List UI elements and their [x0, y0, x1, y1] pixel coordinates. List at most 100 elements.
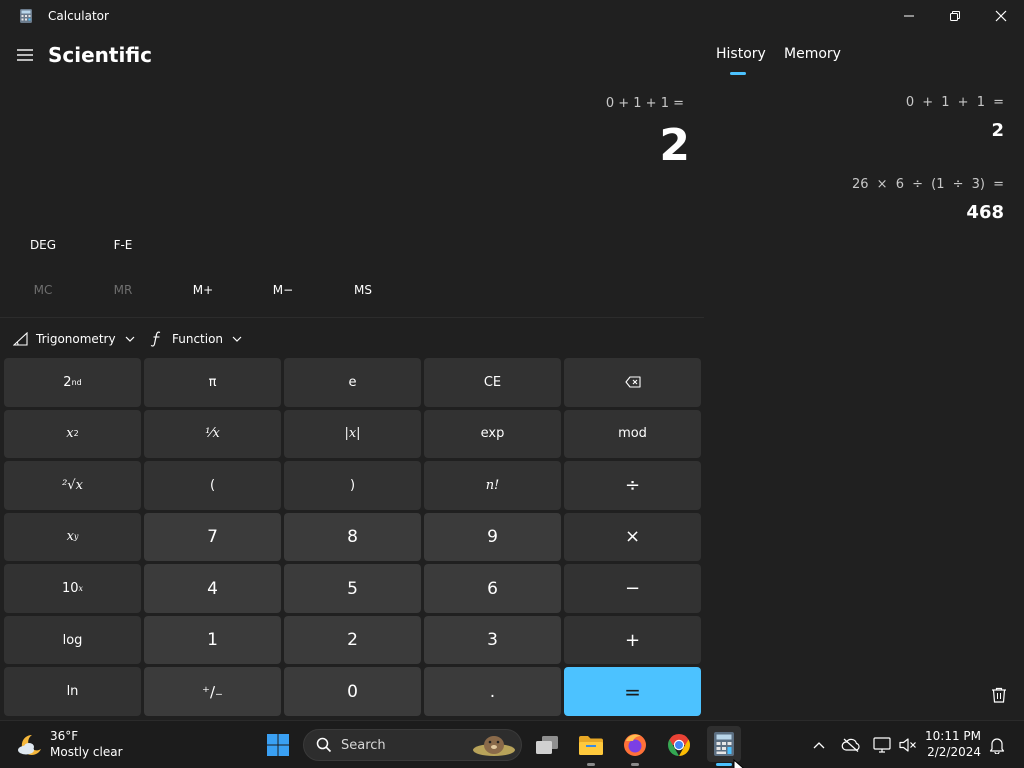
history-result[interactable]: 2 — [991, 120, 1004, 141]
windows-logo-icon — [267, 734, 289, 756]
pi-button[interactable]: π — [144, 358, 281, 407]
reciprocal-button[interactable]: ¹⁄x — [144, 409, 281, 459]
network-icon — [873, 737, 891, 753]
digit-4-button[interactable]: 4 — [144, 564, 281, 613]
clock-date[interactable]: 2/2/2024 — [927, 745, 981, 759]
backspace-button[interactable] — [564, 358, 701, 407]
decimal-button[interactable]: . — [424, 667, 561, 716]
angle-unit-button[interactable]: DEG — [13, 236, 73, 254]
running-indicator — [631, 763, 639, 766]
volume-tray-button[interactable] — [898, 735, 918, 755]
log-button[interactable]: log — [4, 615, 141, 665]
tab-memory[interactable]: Memory — [784, 46, 841, 62]
subtract-button[interactable]: − — [564, 564, 701, 613]
history-expression[interactable]: 0 + 1 + 1 = — [906, 95, 1004, 110]
network-tray-button[interactable] — [872, 735, 892, 755]
bell-icon — [989, 738, 1005, 754]
factorial-button[interactable]: n! — [424, 461, 561, 510]
ten-power-button[interactable]: 10 x — [4, 564, 141, 613]
multiply-button[interactable]: × — [564, 512, 701, 562]
digit-6-button[interactable]: 6 — [424, 564, 561, 613]
exp-button[interactable]: exp — [424, 409, 561, 459]
open-paren-button[interactable]: ( — [144, 461, 281, 510]
firefox-button[interactable] — [619, 729, 651, 761]
square-sup: 2 — [73, 429, 79, 439]
square-button[interactable]: x2 — [4, 409, 141, 459]
negate-button[interactable]: ⁺∕₋ — [144, 667, 281, 716]
expression-display: 0 + 1 + 1 = — [605, 96, 684, 111]
digit-0-button[interactable]: 0 — [284, 667, 421, 716]
calculator-taskbar-button[interactable] — [707, 726, 741, 762]
start-button[interactable] — [262, 729, 294, 761]
memory-subtract-button[interactable]: M− — [253, 281, 313, 299]
cloud-offline-icon — [841, 738, 860, 752]
triangle-ruler-icon — [13, 332, 28, 346]
euler-button[interactable]: e — [284, 358, 421, 407]
digit-9-button[interactable]: 9 — [424, 512, 561, 562]
restore-button[interactable] — [932, 0, 978, 32]
weather-temperature[interactable]: 36°F — [50, 729, 78, 743]
trash-icon[interactable] — [990, 686, 1008, 704]
history-expression[interactable]: 26 × 6 ÷ (1 ÷ 3) = — [852, 177, 1004, 192]
taskbar-search[interactable]: Search — [303, 729, 522, 761]
memory-clear-button[interactable]: MC — [13, 281, 73, 299]
minimize-button[interactable] — [886, 0, 932, 32]
memory-store-button[interactable]: MS — [333, 281, 393, 299]
second-function-button[interactable]: 2nd — [4, 358, 141, 407]
digit-2-button[interactable]: 2 — [284, 615, 421, 665]
equals-button[interactable]: = — [564, 667, 701, 716]
clear-entry-button[interactable]: CE — [424, 358, 561, 407]
clock-time[interactable]: 10:11 PM — [925, 729, 981, 743]
digit-3-button[interactable]: 3 — [424, 615, 561, 665]
power-button[interactable]: xy — [4, 512, 141, 562]
close-button[interactable] — [978, 0, 1024, 32]
result-display: 2 — [659, 120, 690, 171]
task-view-button[interactable] — [531, 729, 563, 761]
restore-icon — [950, 11, 960, 21]
history-result[interactable]: 468 — [966, 202, 1004, 223]
navigation-menu-button[interactable] — [14, 44, 36, 66]
firefox-icon — [624, 734, 646, 756]
window-title: Calculator — [48, 9, 109, 23]
digit-5-button[interactable]: 5 — [284, 564, 421, 613]
chevron-down-icon — [232, 336, 242, 342]
digit-7-button[interactable]: 7 — [144, 512, 281, 562]
trigonometry-label: Trigonometry — [36, 332, 116, 346]
history-panel: History Memory 0 + 1 + 1 = 2 26 × 6 ÷ (1… — [704, 32, 1024, 718]
calculator-app-icon — [20, 9, 32, 23]
second-label: 2 — [63, 374, 72, 390]
close-paren-button[interactable]: ) — [284, 461, 421, 510]
task-view-icon — [536, 736, 558, 754]
digit-8-button[interactable]: 8 — [284, 512, 421, 562]
show-hidden-icons-button[interactable] — [809, 735, 829, 755]
notifications-button[interactable] — [987, 735, 1007, 755]
tab-history[interactable]: History — [716, 46, 766, 62]
natural-log-button[interactable]: ln — [4, 667, 141, 716]
memory-add-button[interactable]: M+ — [173, 281, 233, 299]
memory-recall-button[interactable]: MR — [93, 281, 153, 299]
divider — [0, 317, 704, 318]
weather-moon-icon[interactable] — [16, 731, 44, 759]
file-explorer-button[interactable] — [575, 729, 607, 761]
folder-icon — [579, 736, 603, 755]
divide-button[interactable]: ÷ — [564, 461, 701, 510]
fixed-exponent-button[interactable]: F-E — [93, 236, 153, 254]
second-sup: nd — [71, 377, 82, 387]
chevron-up-icon — [813, 742, 825, 749]
trigonometry-dropdown[interactable]: Trigonometry — [13, 328, 135, 350]
absolute-value-button[interactable]: |x| — [284, 409, 421, 459]
add-button[interactable]: + — [564, 615, 701, 665]
square-root-button[interactable]: ²√x — [4, 461, 141, 510]
calculator-icon — [714, 732, 734, 756]
function-dropdown[interactable]: Function — [150, 328, 242, 350]
modulo-button[interactable]: mod — [564, 409, 701, 459]
factorial-label: n! — [485, 477, 500, 493]
ten-power-sup: x — [78, 584, 84, 594]
title-bar: Calculator — [0, 0, 1024, 32]
power-base: x — [66, 529, 74, 545]
volume-muted-icon — [899, 738, 916, 752]
onedrive-tray-button[interactable] — [841, 735, 861, 755]
weather-description[interactable]: Mostly clear — [50, 745, 123, 759]
digit-1-button[interactable]: 1 — [144, 615, 281, 665]
chrome-button[interactable] — [663, 729, 695, 761]
